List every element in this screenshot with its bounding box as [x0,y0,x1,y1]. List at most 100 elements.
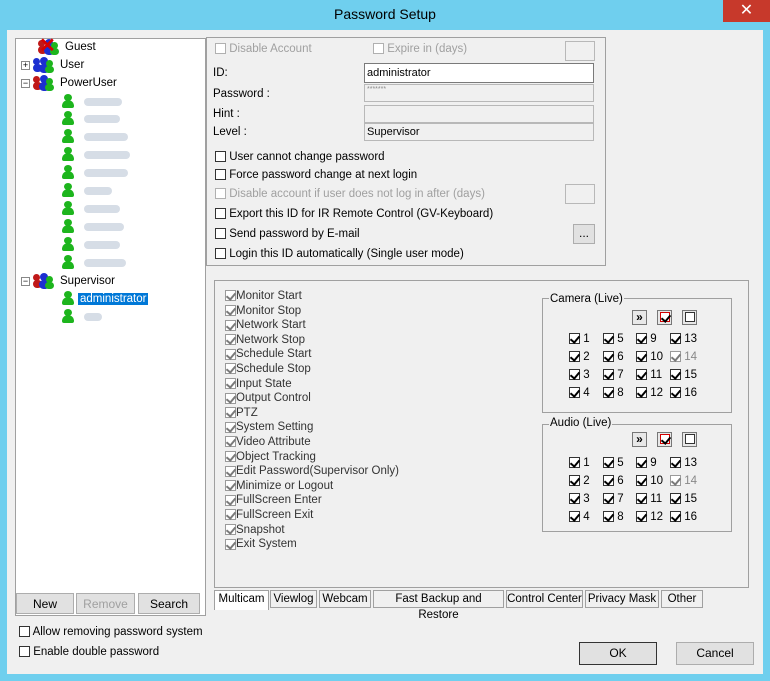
audio-channel-checkbox[interactable]: 16 [670,510,697,524]
audio-channel-checkbox[interactable]: 1 [569,456,590,470]
tree-node-blurred-user[interactable] [61,129,128,146]
permission-checkbox[interactable]: PTZ [225,406,258,421]
audio-channel-checkbox[interactable]: 13 [670,456,697,470]
expire-days-input[interactable] [565,41,595,61]
user-tree[interactable]: ✕Guest + User − PowerUser − Supervisor [15,36,206,616]
tree-node-blurred-user[interactable] [61,219,124,236]
camera-channel-checkbox[interactable]: 15 [670,368,697,382]
disable-account-checkbox[interactable]: Disable Account [215,43,312,55]
tree-node-user[interactable]: + User [21,57,84,74]
camera-check-all-icon[interactable] [657,310,672,325]
hint-input[interactable] [364,105,594,123]
close-button[interactable]: ✕ [723,0,770,22]
id-input[interactable]: administrator [364,63,594,83]
tree-node-blurred-user[interactable] [61,94,122,111]
audio-channel-checkbox[interactable]: 10 [636,474,663,488]
collapse-icon[interactable]: − [21,276,30,286]
permission-checkbox[interactable]: Monitor Stop [225,304,301,319]
email-settings-button[interactable]: ... [573,224,595,244]
audio-channel-checkbox[interactable]: 2 [569,474,590,488]
audio-channel-checkbox[interactable]: 3 [569,492,590,506]
tree-node-guest[interactable]: ✕ Guest [26,36,96,56]
ok-button[interactable]: OK [579,642,657,665]
collapse-icon[interactable]: − [21,78,30,88]
camera-channel-checkbox[interactable]: 6 [603,350,624,364]
tree-node-blurred-user[interactable] [61,201,120,218]
camera-channel-checkbox[interactable]: 9 [636,332,657,346]
permission-checkbox[interactable]: Snapshot [225,523,285,538]
camera-channel-checkbox[interactable]: 2 [569,350,590,364]
audio-check-all-icon[interactable] [657,432,672,447]
permission-checkbox[interactable]: FullScreen Enter [225,493,322,508]
camera-channel-checkbox[interactable]: 5 [603,332,624,346]
permission-checkbox[interactable]: Exit System [225,537,297,552]
permission-checkbox[interactable]: Network Stop [225,333,305,348]
audio-channel-checkbox[interactable]: 6 [603,474,624,488]
tree-node-supervisor[interactable]: − Supervisor [21,273,115,290]
permission-checkbox[interactable]: Network Start [225,318,306,333]
enable-double-checkbox[interactable]: Enable double password [19,646,159,658]
new-button[interactable]: New [16,593,74,614]
camera-channel-checkbox[interactable]: 13 [670,332,697,346]
password-input[interactable]: ******* [364,84,594,102]
audio-channel-checkbox[interactable]: 15 [670,492,697,506]
tree-node-poweruser[interactable]: − PowerUser [21,75,117,92]
tab-other[interactable]: Other [661,590,703,608]
camera-channel-checkbox[interactable]: 14 [670,350,697,364]
audio-channel-checkbox[interactable]: 14 [670,474,697,488]
tree-node-administrator[interactable]: administrator [61,291,149,308]
force-change-checkbox[interactable]: Force password change at next login [215,169,417,181]
camera-forward-icon[interactable]: » [632,310,647,325]
tab-fast-backup[interactable]: Fast Backup and Restore [373,590,504,621]
audio-channel-checkbox[interactable]: 5 [603,456,624,470]
tree-node-blurred-user[interactable] [61,183,112,200]
cancel-button[interactable]: Cancel [676,642,754,665]
audio-channel-checkbox[interactable]: 4 [569,510,590,524]
camera-channel-checkbox[interactable]: 12 [636,386,663,400]
tree-node-blurred-user[interactable] [61,111,120,128]
permission-checkbox[interactable]: FullScreen Exit [225,508,313,523]
export-ir-checkbox[interactable]: Export this ID for IR Remote Control (GV… [215,208,493,220]
cannot-change-checkbox[interactable]: User cannot change password [215,151,385,163]
tree-node-blurred-user[interactable] [61,165,128,182]
remove-button[interactable]: Remove [76,593,135,614]
camera-channel-checkbox[interactable]: 11 [636,368,662,382]
tree-node-blurred-user[interactable] [61,237,120,254]
permission-checkbox[interactable]: Monitor Start [225,289,302,304]
camera-channel-checkbox[interactable]: 7 [603,368,624,382]
permission-checkbox[interactable]: Object Tracking [225,450,316,465]
send-email-checkbox[interactable]: Send password by E-mail [215,228,360,240]
camera-channel-checkbox[interactable]: 1 [569,332,590,346]
tab-viewlog[interactable]: Viewlog [270,590,317,608]
tab-multicam[interactable]: Multicam [214,590,269,610]
tab-control-center[interactable]: Control Center [506,590,583,608]
permission-checkbox[interactable]: Edit Password(Supervisor Only) [225,464,399,479]
expire-checkbox[interactable]: Expire in (days) [373,43,467,55]
audio-forward-icon[interactable]: » [632,432,647,447]
camera-channel-checkbox[interactable]: 10 [636,350,663,364]
camera-channel-checkbox[interactable]: 3 [569,368,590,382]
permission-checkbox[interactable]: Video Attribute [225,435,311,450]
disable-days-input[interactable] [565,184,595,204]
tree-node-blurred-user[interactable] [61,255,126,272]
tab-privacy-mask[interactable]: Privacy Mask [585,590,659,608]
camera-channel-checkbox[interactable]: 8 [603,386,624,400]
camera-channel-checkbox[interactable]: 16 [670,386,697,400]
audio-channel-checkbox[interactable]: 9 [636,456,657,470]
camera-clear-all-icon[interactable] [682,310,697,325]
camera-channel-checkbox[interactable]: 4 [569,386,590,400]
search-button[interactable]: Search [138,593,200,614]
permission-checkbox[interactable]: Input State [225,377,292,392]
disable-inactive-checkbox[interactable]: Disable account if user does not log in … [215,188,485,200]
login-auto-checkbox[interactable]: Login this ID automatically (Single user… [215,248,464,260]
allow-removing-checkbox[interactable]: Allow removing password system [19,626,203,638]
permission-checkbox[interactable]: System Setting [225,420,313,435]
expand-icon[interactable]: + [21,60,30,70]
permission-checkbox[interactable]: Minimize or Logout [225,479,333,494]
permission-checkbox[interactable]: Schedule Stop [225,362,311,377]
audio-channel-checkbox[interactable]: 11 [636,492,662,506]
tab-webcam[interactable]: Webcam [319,590,371,608]
permission-checkbox[interactable]: Schedule Start [225,347,311,362]
audio-channel-checkbox[interactable]: 12 [636,510,663,524]
permission-checkbox[interactable]: Output Control [225,391,311,406]
